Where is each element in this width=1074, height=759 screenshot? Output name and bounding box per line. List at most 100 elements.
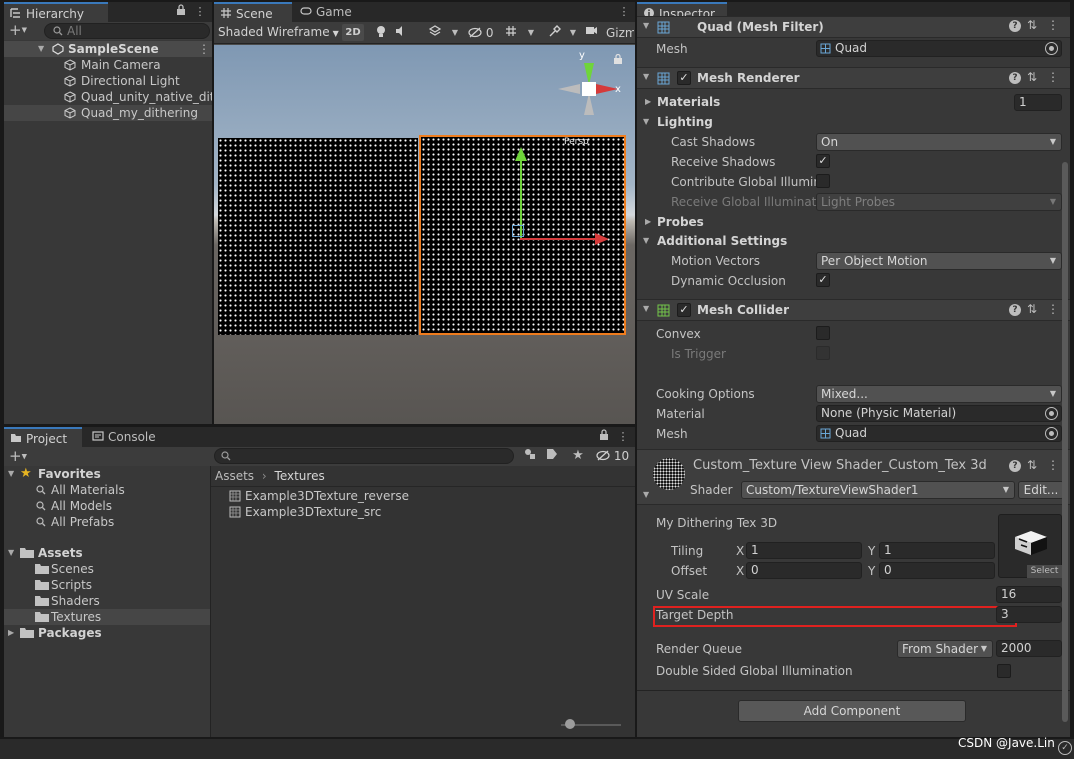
favorite-item[interactable]: All Prefabs <box>4 514 210 530</box>
hierarchy-item[interactable]: Directional Light <box>4 73 212 89</box>
object-picker-icon[interactable] <box>1045 427 1058 440</box>
packages-row[interactable]: ▶ Packages <box>4 625 210 641</box>
mesh-collider-header[interactable]: ▼ ✓ Mesh Collider ? ⇅ ⋮ <box>637 299 1070 321</box>
materials-count-field[interactable]: 1 <box>1014 94 1062 111</box>
double-sided-gi-checkbox[interactable] <box>997 664 1011 678</box>
mesh-renderer-enabled-checkbox[interactable]: ✓ <box>677 71 691 85</box>
asset-folder[interactable]: Scripts <box>4 577 210 593</box>
mesh-collider-enabled-checkbox[interactable]: ✓ <box>677 303 691 317</box>
contribute-gi-checkbox[interactable] <box>816 174 830 188</box>
preset-sliders-icon[interactable]: ⇅ <box>1027 302 1037 316</box>
mode-2d-button[interactable]: 2D <box>342 24 364 41</box>
uv-scale-field[interactable]: 16 <box>996 586 1062 603</box>
tab-game[interactable]: Game <box>294 2 364 22</box>
render-queue-field[interactable]: 2000 <box>996 640 1062 657</box>
material-header[interactable]: ▼ Custom_Texture View Shader_Custom_Tex … <box>637 449 1070 505</box>
add-component-button[interactable]: Add Component <box>738 700 966 722</box>
hidden-packages-toggle[interactable]: 10 <box>596 448 632 465</box>
object-picker-icon[interactable] <box>1045 407 1058 420</box>
asset-file[interactable]: Example3DTexture_reverse <box>211 488 635 504</box>
render-queue-mode-dropdown[interactable]: From Shader ▼ <box>897 640 993 658</box>
convex-checkbox[interactable] <box>816 326 830 340</box>
texture-select-button[interactable]: Select <box>1027 565 1062 578</box>
mesh-filter-header[interactable]: ▼ Quad (Mesh Filter) ? ⇅ ⋮ <box>637 16 1070 38</box>
receive-shadows-checkbox[interactable]: ✓ <box>816 154 830 168</box>
kebab-menu-icon[interactable]: ⋮ <box>194 4 206 20</box>
favorite-star-icon[interactable]: ★ <box>570 448 586 464</box>
filter-by-type-icon[interactable] <box>522 448 538 465</box>
asset-folder[interactable]: Scenes <box>4 561 210 577</box>
lock-icon[interactable] <box>174 4 188 20</box>
camera-icon[interactable] <box>584 25 598 41</box>
shading-mode-dropdown[interactable]: Shaded Wireframe ▼ <box>216 24 339 41</box>
hierarchy-item[interactable]: Main Camera <box>4 57 212 73</box>
effects-dropdown-icon[interactable]: ▼ <box>450 25 460 41</box>
gizmo-y-arrow-icon[interactable] <box>515 147 527 161</box>
preset-sliders-icon[interactable]: ⇅ <box>1027 458 1037 472</box>
tools-dropdown-icon[interactable]: ▼ <box>568 25 578 41</box>
kebab-menu-icon[interactable]: ⋮ <box>617 429 629 445</box>
effects-icon[interactable] <box>428 25 442 42</box>
hierarchy-search-input[interactable]: All <box>44 23 210 39</box>
lightbulb-icon[interactable] <box>374 25 388 43</box>
favorites-row[interactable]: ▼ ★ Favorites <box>4 466 210 482</box>
lock-icon[interactable] <box>597 429 611 445</box>
tab-project[interactable]: Project <box>4 427 82 447</box>
mesh-filter-mesh-field[interactable]: Quad <box>816 40 1062 57</box>
add-icon[interactable]: +▼ <box>6 22 30 39</box>
cooking-options-dropdown[interactable]: Mixed... ▼ <box>816 385 1062 403</box>
additional-settings-label[interactable]: Additional Settings <box>657 234 787 248</box>
gizmos-dropdown[interactable]: Gizm <box>606 25 634 41</box>
tiling-y-field[interactable]: 1 <box>879 542 995 559</box>
inspector-scrollbar[interactable] <box>1062 162 1068 722</box>
grid-snap-icon[interactable] <box>504 25 518 42</box>
texture-slot[interactable]: Select <box>998 514 1062 578</box>
favorite-item[interactable]: All Materials <box>4 482 210 498</box>
motion-vectors-dropdown[interactable]: Per Object Motion ▼ <box>816 252 1062 270</box>
grid-dropdown-icon[interactable]: ▼ <box>526 25 536 41</box>
mesh-renderer-header[interactable]: ▼ ✓ Mesh Renderer ? ⇅ ⋮ <box>637 67 1070 89</box>
project-search-input[interactable] <box>214 448 514 464</box>
foldout-arrow-icon[interactable]: ▶ <box>645 97 651 106</box>
target-depth-field[interactable]: 3 <box>996 606 1062 623</box>
tab-hierarchy[interactable]: Hierarchy <box>4 2 108 22</box>
tiling-x-field[interactable]: 1 <box>746 542 862 559</box>
foldout-arrow-icon[interactable]: ▼ <box>643 117 649 126</box>
create-icon[interactable]: +▼ <box>6 447 30 466</box>
help-icon[interactable]: ? <box>1009 460 1021 472</box>
kebab-menu-icon[interactable]: ⋮ <box>1047 302 1059 316</box>
scene-row[interactable]: ▼ SampleScene ⋮ <box>4 41 212 57</box>
preset-sliders-icon[interactable]: ⇅ <box>1027 18 1037 32</box>
tools-icon[interactable] <box>548 25 562 42</box>
gizmo-plane-handle[interactable] <box>512 225 524 237</box>
audio-icon[interactable] <box>394 25 408 42</box>
lighting-label[interactable]: Lighting <box>657 115 713 129</box>
cast-shadows-dropdown[interactable]: On ▼ <box>816 133 1062 151</box>
gizmo-x-arrow-icon[interactable] <box>595 233 609 245</box>
quad-native-dithering[interactable] <box>218 138 418 335</box>
tab-scene[interactable]: Scene <box>214 2 292 22</box>
tab-console[interactable]: Console <box>86 427 176 447</box>
lock-icon[interactable] <box>614 54 622 64</box>
filter-by-label-icon[interactable] <box>544 448 560 465</box>
scene-menu-icon[interactable]: ⋮ <box>198 41 210 57</box>
offset-y-field[interactable]: 0 <box>879 562 995 579</box>
help-icon[interactable]: ? <box>1009 72 1021 84</box>
orientation-gizmo[interactable] <box>554 55 624 125</box>
help-icon[interactable]: ? <box>1009 20 1021 32</box>
asset-folder-selected[interactable]: Textures <box>4 609 210 625</box>
scene-viewport[interactable]: y x Persp <box>214 45 635 424</box>
shader-dropdown[interactable]: Custom/TextureViewShader1 ▼ <box>741 481 1015 499</box>
status-check-icon[interactable]: ✓ <box>1058 741 1072 755</box>
offset-x-field[interactable]: 0 <box>746 562 862 579</box>
shader-edit-button[interactable]: Edit... <box>1018 481 1064 499</box>
kebab-menu-icon[interactable]: ⋮ <box>1047 458 1059 472</box>
foldout-arrow-icon[interactable]: ▼ <box>643 236 649 245</box>
collider-mesh-field[interactable]: Quad <box>816 425 1062 442</box>
dynamic-occlusion-checkbox[interactable]: ✓ <box>816 273 830 287</box>
hierarchy-item[interactable]: Quad_unity_native_dith <box>4 89 212 105</box>
assets-row[interactable]: ▼ Assets <box>4 545 210 561</box>
materials-label[interactable]: Materials <box>657 95 720 109</box>
kebab-menu-icon[interactable]: ⋮ <box>1047 70 1059 84</box>
probes-label[interactable]: Probes <box>657 215 704 229</box>
